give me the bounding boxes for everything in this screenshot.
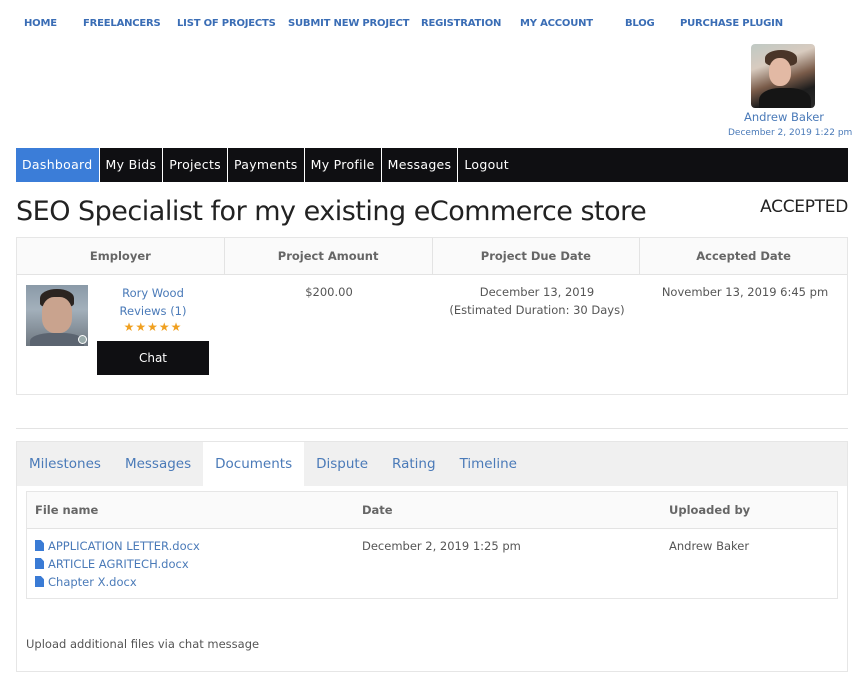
estimated-duration: (Estimated Duration: 30 Days) xyxy=(449,303,625,317)
nav-link-my-account[interactable]: MY ACCOUNT xyxy=(520,18,593,29)
tab-messages[interactable]: Messages xyxy=(113,442,203,486)
star-rating-icon: ★★★★★ xyxy=(123,320,183,334)
section-divider xyxy=(16,428,848,429)
column-header-uploaded-by: Uploaded by xyxy=(669,503,751,517)
employer-reviews-link[interactable]: Reviews (1) xyxy=(97,302,209,320)
tab-rating[interactable]: Rating xyxy=(380,442,448,486)
column-header-date: Date xyxy=(362,503,393,517)
avatar-face xyxy=(769,58,791,86)
project-info-table: Employer Project Amount Project Due Date… xyxy=(16,237,848,395)
accepted-date: November 13, 2019 6:45 pm xyxy=(661,285,829,299)
dash-tab-projects[interactable]: Projects xyxy=(163,148,228,182)
column-header-project-due-date: Project Due Date xyxy=(433,238,641,274)
project-due-date: December 13, 2019 xyxy=(479,285,595,299)
user-avatar[interactable] xyxy=(751,44,815,108)
tab-dispute[interactable]: Dispute xyxy=(304,442,380,486)
dash-tab-my-bids[interactable]: My Bids xyxy=(100,148,164,182)
file-name[interactable]: Chapter X.docx xyxy=(48,575,137,589)
avatar-face xyxy=(42,297,72,333)
nav-link-list-of-projects[interactable]: LIST OF PROJECTS xyxy=(177,18,276,29)
dash-tab-payments[interactable]: Payments xyxy=(228,148,305,182)
nav-link-freelancers[interactable]: FREELANCERS xyxy=(83,18,161,29)
file-link[interactable]: APPLICATION LETTER.docx xyxy=(35,537,200,555)
file-link[interactable]: Chapter X.docx xyxy=(35,573,137,591)
chat-button[interactable]: Chat xyxy=(97,341,209,375)
online-status-icon xyxy=(78,335,87,344)
column-header-accepted-date: Accepted Date xyxy=(696,249,791,263)
column-header-employer: Employer xyxy=(17,238,225,274)
file-icon xyxy=(35,576,44,587)
column-header-project-amount: Project Amount xyxy=(225,238,433,274)
project-info-header: Employer Project Amount Project Due Date… xyxy=(17,238,847,275)
documents-table: File name Date Uploaded by APPLICATION L… xyxy=(26,491,838,599)
user-profile-box: Andrew Baker December 2, 2019 1:22 pm xyxy=(720,44,853,138)
tabs-bar: Milestones Messages Documents Dispute Ra… xyxy=(17,442,847,486)
tab-milestones[interactable]: Milestones xyxy=(17,442,113,486)
user-name[interactable]: Andrew Baker xyxy=(720,110,848,124)
column-header-file-name: File name xyxy=(35,503,99,517)
document-date: December 2, 2019 1:25 pm xyxy=(362,539,521,553)
file-icon xyxy=(35,558,44,569)
project-tabs-panel: Milestones Messages Documents Dispute Ra… xyxy=(16,441,848,672)
user-datetime: December 2, 2019 1:22 pm xyxy=(728,128,853,138)
employer-name-link[interactable]: Rory Wood xyxy=(97,284,209,302)
avatar-body xyxy=(759,88,811,108)
file-icon xyxy=(35,540,44,551)
employer-info: Rory Wood Reviews (1) ★★★★★ xyxy=(97,284,209,334)
dashboard-navigation: Dashboard My Bids Projects Payments My P… xyxy=(16,148,848,182)
file-name[interactable]: ARTICLE AGRITECH.docx xyxy=(48,557,189,571)
nav-link-home[interactable]: HOME xyxy=(24,18,57,29)
file-link[interactable]: ARTICLE AGRITECH.docx xyxy=(35,555,189,573)
document-uploaded-by: Andrew Baker xyxy=(669,539,750,553)
project-status: ACCEPTED xyxy=(760,197,848,217)
dash-tab-logout[interactable]: Logout xyxy=(458,148,515,182)
tab-timeline[interactable]: Timeline xyxy=(448,442,529,486)
file-name[interactable]: APPLICATION LETTER.docx xyxy=(48,539,200,553)
documents-table-header: File name Date Uploaded by xyxy=(27,492,837,529)
top-navigation: HOME FREELANCERS LIST OF PROJECTS SUBMIT… xyxy=(0,18,866,32)
employer-avatar[interactable] xyxy=(26,285,88,346)
nav-link-blog[interactable]: BLOG xyxy=(625,18,655,29)
avatar-shirt xyxy=(30,333,84,346)
nav-link-purchase-plugin[interactable]: PURCHASE PLUGIN xyxy=(680,18,783,29)
nav-link-submit-new-project[interactable]: SUBMIT NEW PROJECT xyxy=(288,18,409,29)
dash-tab-dashboard[interactable]: Dashboard xyxy=(16,148,100,182)
dash-tab-my-profile[interactable]: My Profile xyxy=(305,148,382,182)
upload-note: Upload additional files via chat message xyxy=(26,637,260,651)
tab-documents[interactable]: Documents xyxy=(203,442,305,486)
project-amount: $200.00 xyxy=(305,285,353,299)
nav-link-registration[interactable]: REGISTRATION xyxy=(421,18,501,29)
project-title: SEO Specialist for my existing eCommerce… xyxy=(16,196,647,227)
dash-tab-messages[interactable]: Messages xyxy=(382,148,459,182)
